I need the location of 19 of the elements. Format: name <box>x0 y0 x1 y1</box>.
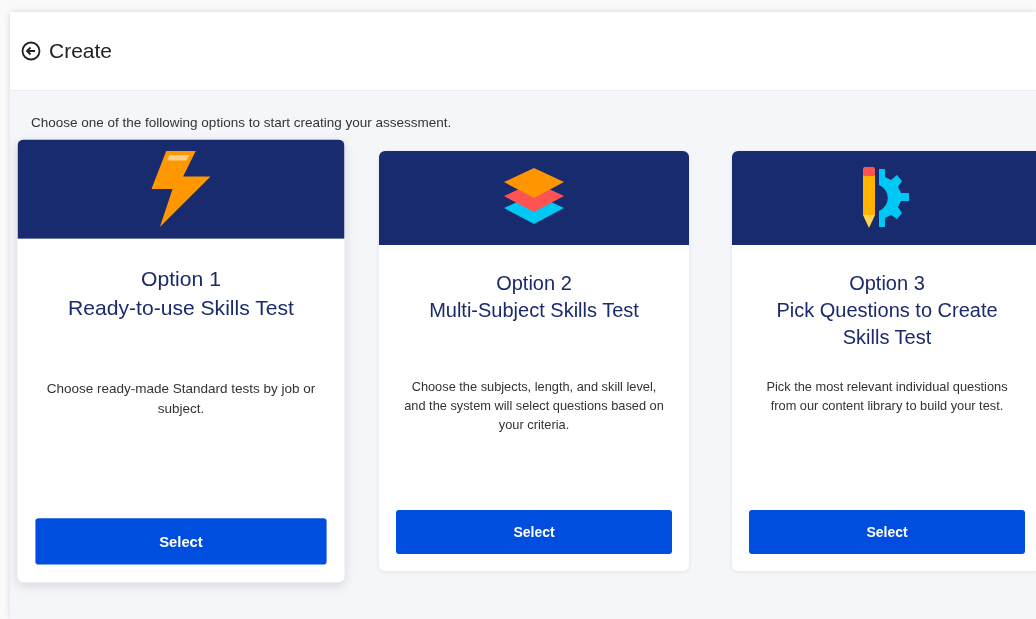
option-description: Pick the most relevant individual questions from our content library to build your test. <box>765 378 1009 415</box>
page-title: Create <box>49 39 113 63</box>
option-title: Ready-to-use Skills Test <box>67 294 295 321</box>
select-button[interactable]: Select <box>396 510 672 554</box>
option-title: Pick Questions to Create Skills Test <box>775 298 999 350</box>
lightning-bolt-icon <box>151 151 211 227</box>
option-card[interactable]: Option 1 Ready-to-use Skills Test Choose ready-made Standard tests by job or subject. Select <box>17 139 345 583</box>
option-card[interactable]: Option 3 Pick Questions to Create Skills Test Pick the most relevant individual questions from our content library to build your test. Select <box>732 151 1036 571</box>
instruction-text: Choose one of the following options to start creating your assessment. <box>31 115 452 130</box>
option-card[interactable]: Option 2 Multi-Subject Skills Test Choose the subjects, length, and skill level, and the system will select questions based on your criteria. Select <box>379 151 689 571</box>
option-description: Choose ready-made Standard tests by job or subject. <box>45 379 317 418</box>
select-button[interactable]: Select <box>35 518 327 565</box>
option-number: Option 3 <box>848 271 926 296</box>
select-button[interactable]: Select <box>749 510 1025 554</box>
option-number: Option 1 <box>140 266 222 293</box>
option-title: Multi-Subject Skills Test <box>428 298 640 323</box>
option-description: Choose the subjects, length, and skill level, and the system will select questions based on your criteria. <box>403 378 665 434</box>
option-number: Option 2 <box>495 271 573 296</box>
pencil-gear-icon <box>863 167 911 229</box>
